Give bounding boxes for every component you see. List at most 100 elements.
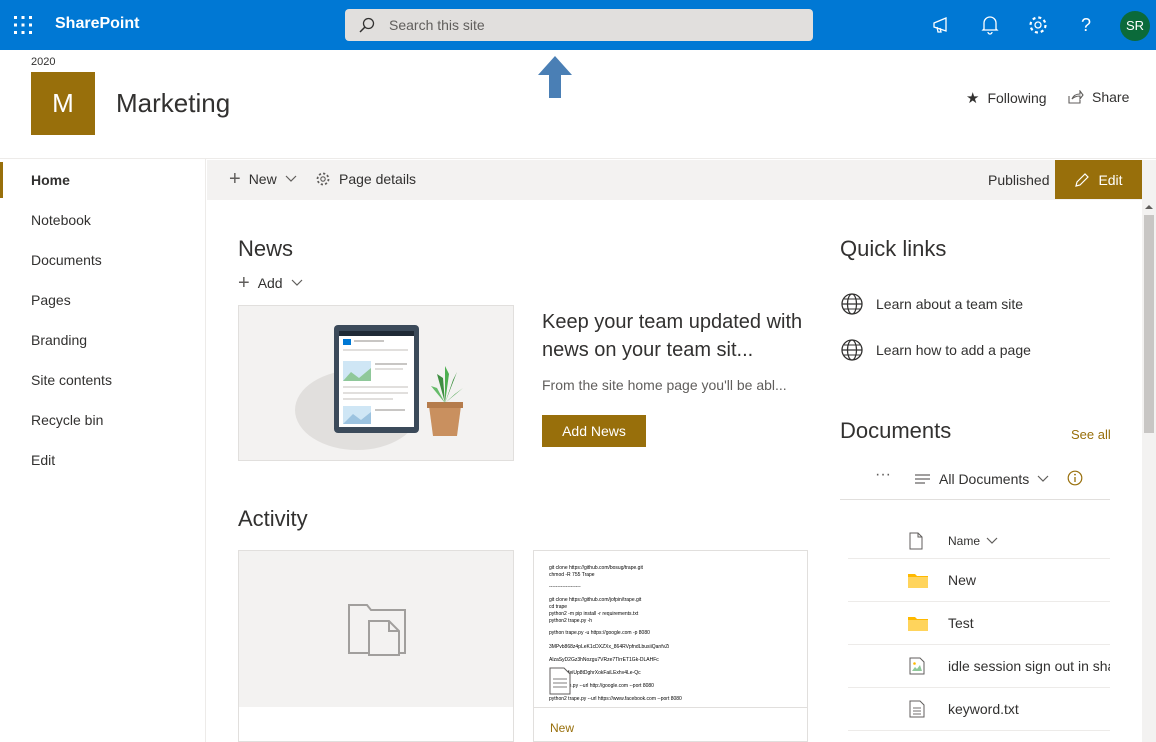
doc-preview-line: ------------------- [549,584,581,590]
plus-icon: + [238,272,250,294]
plus-icon: + [229,168,241,190]
globe-icon [841,339,863,361]
site-year: 2020 [31,56,56,68]
quick-link-label: Learn how to add a page [876,342,1031,358]
activity-card[interactable]: git clone https://github.com/bosug/trape… [533,550,808,742]
star-icon: ★ [966,90,980,107]
doc-preview-line: python2 trape.py -h [549,618,593,624]
nav-item-home[interactable]: Home [31,172,70,188]
news-illustration [238,305,514,461]
folder-document-icon [348,604,406,656]
document-row[interactable]: Test [848,602,1110,645]
document-name: New [948,572,977,588]
megaphone-icon[interactable] [930,13,954,37]
quick-link[interactable]: Learn how to add a page [840,338,1031,362]
scroll-up-icon[interactable] [1144,202,1154,212]
globe-icon [841,293,863,315]
suite-bar: SharePoint ? SR [0,0,1156,50]
avatar[interactable]: SR [1120,11,1150,41]
quick-link[interactable]: Learn about a team site [840,292,1023,316]
document-row[interactable]: idle session sign out in sharepoint [848,645,1110,688]
chevron-down-icon [986,537,998,544]
quick-link-label: Learn about a team site [876,296,1024,312]
nav-item-branding[interactable]: Branding [31,332,87,348]
nav-item-edit[interactable]: Edit [31,452,55,468]
page-details-label: Page details [339,171,417,187]
doc-preview-line: trape.py --url http://google.com --port … [560,683,654,689]
gear-icon[interactable] [1026,13,1050,37]
following-button[interactable]: ★ Following [966,89,1047,107]
doc-preview-line: chmod -R 755 Trape [549,572,595,578]
doc-preview-line: cd trape [549,604,568,610]
pencil-icon [1075,172,1090,187]
card-divider [534,707,807,708]
quick-links-title: Quick links [840,236,947,261]
document-row[interactable]: keyword.txt [848,688,1110,731]
search-input[interactable] [389,9,799,41]
name-column-label: Name [948,534,981,548]
doc-preview-line: AlzaSyD2Gz3hNozgu7VRze7TlrrET1Gk-DLAHFc [549,657,659,663]
left-navigation [0,159,206,742]
document-icon [549,667,571,695]
site-logo[interactable]: M [31,72,95,135]
folder-icon [908,617,928,631]
nav-item-pages[interactable]: Pages [31,292,71,308]
more-options-button[interactable]: ··· [875,466,891,484]
doc-preview-line: git clone https://github.com/bosug/trape… [549,565,643,571]
chevron-down-icon [1037,475,1049,482]
share-label: Share [1092,89,1130,105]
view-name: All Documents [939,471,1030,487]
scrollbar-thumb[interactable] [1144,215,1154,433]
document-name: keyword.txt [948,701,1019,717]
doc-preview-line: 22kfeiUp8tDghrXokFaiLExhv4Le-Qc [560,670,641,676]
documents-title: Documents [840,418,952,443]
new-label: New [248,171,277,187]
news-add-button[interactable]: + Add [238,272,303,294]
chevron-down-icon [291,279,303,286]
doc-preview-line: python2 -m pip install -r requirements.t… [549,611,639,617]
page-details-button[interactable]: Page details [315,171,416,187]
name-column-header[interactable]: Name [948,534,998,548]
activity-card-thumbnail [239,551,513,707]
view-selector[interactable]: All Documents [915,471,1049,487]
following-label: Following [987,90,1047,106]
chevron-down-icon [285,175,297,182]
brand-name[interactable]: SharePoint [55,15,139,33]
document-name: idle session sign out in sharepoint [948,658,1110,674]
see-all-link[interactable]: See all [1071,427,1111,442]
tablet-plant-illustration [295,325,463,450]
info-icon[interactable] [1067,470,1083,486]
activity-card[interactable] [238,550,514,742]
document-name: Test [948,615,974,631]
edit-button[interactable]: Edit [1055,160,1142,199]
image-file-icon [909,657,925,675]
svg-text:?: ? [1081,15,1091,35]
help-icon[interactable]: ? [1074,13,1098,37]
publish-status: Published [988,172,1050,188]
site-title[interactable]: Marketing [116,88,230,119]
bell-icon[interactable] [978,13,1002,37]
list-view-icon [915,474,930,484]
nav-selected-indicator [0,162,3,198]
text-file-icon [909,700,925,718]
gear-icon [316,172,330,186]
nav-item-documents[interactable]: Documents [31,252,102,268]
folder-icon [908,574,928,588]
share-button[interactable]: Share [1068,89,1129,105]
news-heading[interactable]: Keep your team updated with news on your… [542,308,812,364]
activity-new-label: New [550,721,575,735]
document-row[interactable]: New [848,559,1110,602]
nav-item-notebook[interactable]: Notebook [31,212,91,228]
documents-header-row: Name [848,516,1110,559]
news-body: From the site home page you'll be abl... [542,377,787,393]
arrow-up-icon [538,56,572,98]
search-icon [359,17,375,33]
nav-item-site-contents[interactable]: Site contents [31,372,112,388]
documents-view-bar: ··· All Documents [840,458,1110,500]
nav-item-recycle-bin[interactable]: Recycle bin [31,412,103,428]
new-button[interactable]: + New [229,168,297,190]
search-box[interactable] [345,9,813,41]
app-launcher-icon[interactable] [13,15,33,35]
add-news-button[interactable]: Add News [542,415,646,447]
activity-title: Activity [238,506,308,531]
